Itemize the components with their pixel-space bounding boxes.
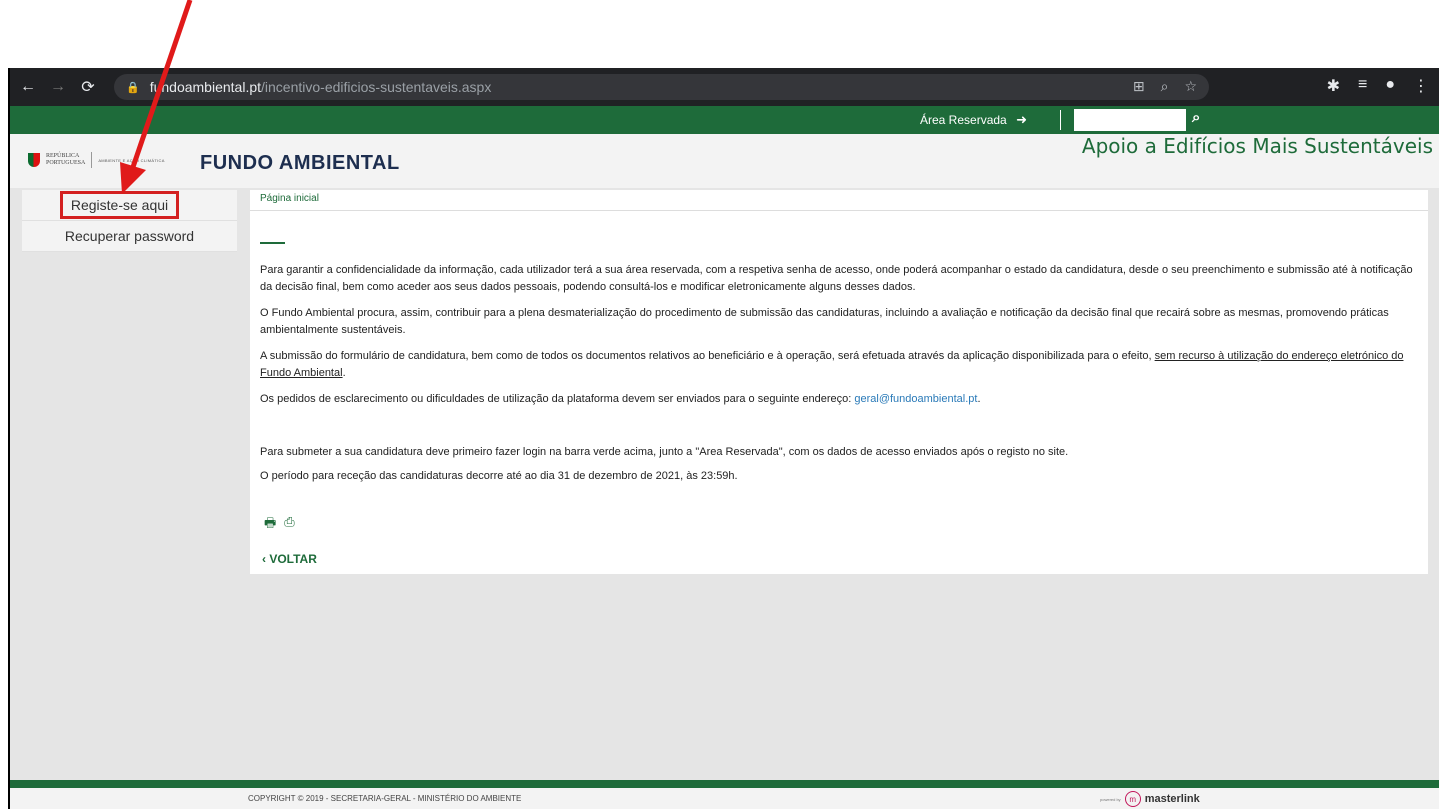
back-link[interactable]: ‹ VOLTAR: [262, 552, 317, 566]
url-path: /incentivo-edificios-sustentaveis.aspx: [261, 79, 492, 95]
search-input[interactable]: [1074, 109, 1186, 131]
breadcrumb: Página inicial: [250, 190, 1428, 211]
area-reservada-link[interactable]: Área Reservada ➜: [920, 112, 1027, 128]
reading-list-icon[interactable]: ≡: [1358, 76, 1367, 96]
sidebar: Registe-se aqui Recuperar password: [22, 190, 237, 252]
url-host: fundoambiental.pt: [149, 79, 262, 95]
main-content: Página inicial Para garantir a confidenc…: [250, 190, 1428, 574]
back-icon[interactable]: ←: [16, 78, 40, 96]
chevron-left-icon: ‹: [262, 552, 266, 566]
flag-shield-icon: [28, 153, 40, 167]
copyright-text: COPYRIGHT © 2019 - SECRETARIA-GERAL - MI…: [248, 794, 522, 803]
sign-in-icon: ➜: [1016, 112, 1027, 127]
sidebar-item-label: Recuperar password: [64, 228, 195, 244]
fundo-ambiental-logo[interactable]: FUNDO AMBIENTAL: [200, 152, 400, 175]
address-bar[interactable]: 🔒 fundoambiental.pt/incentivo-edificios-…: [114, 74, 1209, 100]
reload-icon[interactable]: ⟳: [76, 77, 100, 97]
url-text: fundoambiental.pt/incentivo-edificios-su…: [150, 79, 492, 95]
rp-logo-line-1: REPÚBLICA: [46, 153, 80, 159]
menu-icon[interactable]: ⋮: [1413, 76, 1429, 96]
paragraph-3-text: A submissão do formulário de candidatura…: [260, 350, 1155, 362]
paragraph-3-end: .: [342, 367, 346, 379]
footer-green-bar: [10, 780, 1439, 788]
paragraph-3: A submissão do formulário de candidatura…: [260, 348, 1420, 382]
email-link[interactable]: geral@fundoambiental.pt: [854, 393, 977, 405]
profile-icon[interactable]: ●: [1385, 76, 1395, 96]
page-tools: 🖶 ⎙: [264, 514, 295, 536]
logo-separator: [91, 152, 93, 168]
top-green-bar: Área Reservada ➜ ⌕: [10, 106, 1439, 134]
lock-icon: 🔒: [126, 81, 140, 94]
extensions-icon[interactable]: ✱: [1327, 76, 1340, 96]
sidebar-item-label[interactable]: Registe-se aqui: [59, 191, 180, 219]
breadcrumb-home[interactable]: Página inicial: [260, 193, 319, 204]
sidebar-item-recuperar-password[interactable]: Recuperar password: [22, 221, 237, 252]
browser-toolbar: ← → ⟳ 🔒 fundoambiental.pt/incentivo-edif…: [10, 68, 1439, 106]
translate-icon[interactable]: ⊞: [1133, 78, 1145, 95]
back-link-label: VOLTAR: [269, 552, 317, 566]
page-title: Apoio a Edifícios Mais Sustentáveis: [1081, 134, 1433, 158]
paragraph-6: O período para receção das candidaturas …: [260, 470, 738, 482]
forward-icon[interactable]: →: [46, 78, 70, 96]
separator: [1060, 110, 1061, 130]
paragraph-4-text: Os pedidos de esclarecimento ou dificuld…: [260, 393, 855, 405]
paragraph-1: Para garantir a confidencialidade da inf…: [260, 264, 1413, 293]
paragraph-2: O Fundo Ambiental procura, assim, contri…: [260, 307, 1389, 336]
rp-logo-line-2: PORTUGUESA: [46, 160, 86, 166]
masterlink-logo[interactable]: powered by m masterlink: [1100, 791, 1200, 807]
rp-logo-text: REPÚBLICA PORTUGUESA: [46, 153, 85, 167]
paragraph-4: Os pedidos de esclarecimento ou dificuld…: [260, 391, 1420, 408]
search-icon[interactable]: ⌕: [1192, 109, 1200, 126]
area-reservada-label: Área Reservada: [920, 113, 1007, 127]
browser-window: ← → ⟳ 🔒 fundoambiental.pt/incentivo-edif…: [8, 68, 1439, 809]
title-divider: [260, 242, 285, 244]
zoom-icon[interactable]: ⌕: [1161, 78, 1169, 95]
bookmark-star-icon[interactable]: ☆: [1184, 78, 1197, 95]
powered-by-text: powered by: [1100, 796, 1121, 802]
site-header: REPÚBLICA PORTUGUESA AMBIENTE E AÇÃO CLI…: [10, 134, 1439, 188]
pdf-icon[interactable]: ⎙: [284, 514, 294, 536]
paragraph-4-end: .: [977, 393, 981, 405]
ministry-text: AMBIENTE E AÇÃO CLIMÁTICA: [98, 157, 165, 163]
footer: COPYRIGHT © 2019 - SECRETARIA-GERAL - MI…: [10, 788, 1439, 809]
masterlink-text: masterlink: [1144, 793, 1200, 805]
print-icon[interactable]: 🖶: [264, 514, 276, 536]
masterlink-badge-icon: m: [1124, 791, 1141, 807]
republica-portuguesa-logo[interactable]: REPÚBLICA PORTUGUESA AMBIENTE E AÇÃO CLI…: [28, 152, 165, 168]
sidebar-item-registe-se[interactable]: Registe-se aqui: [22, 190, 237, 221]
paragraph-5: Para submeter a sua candidatura deve pri…: [260, 446, 1069, 458]
